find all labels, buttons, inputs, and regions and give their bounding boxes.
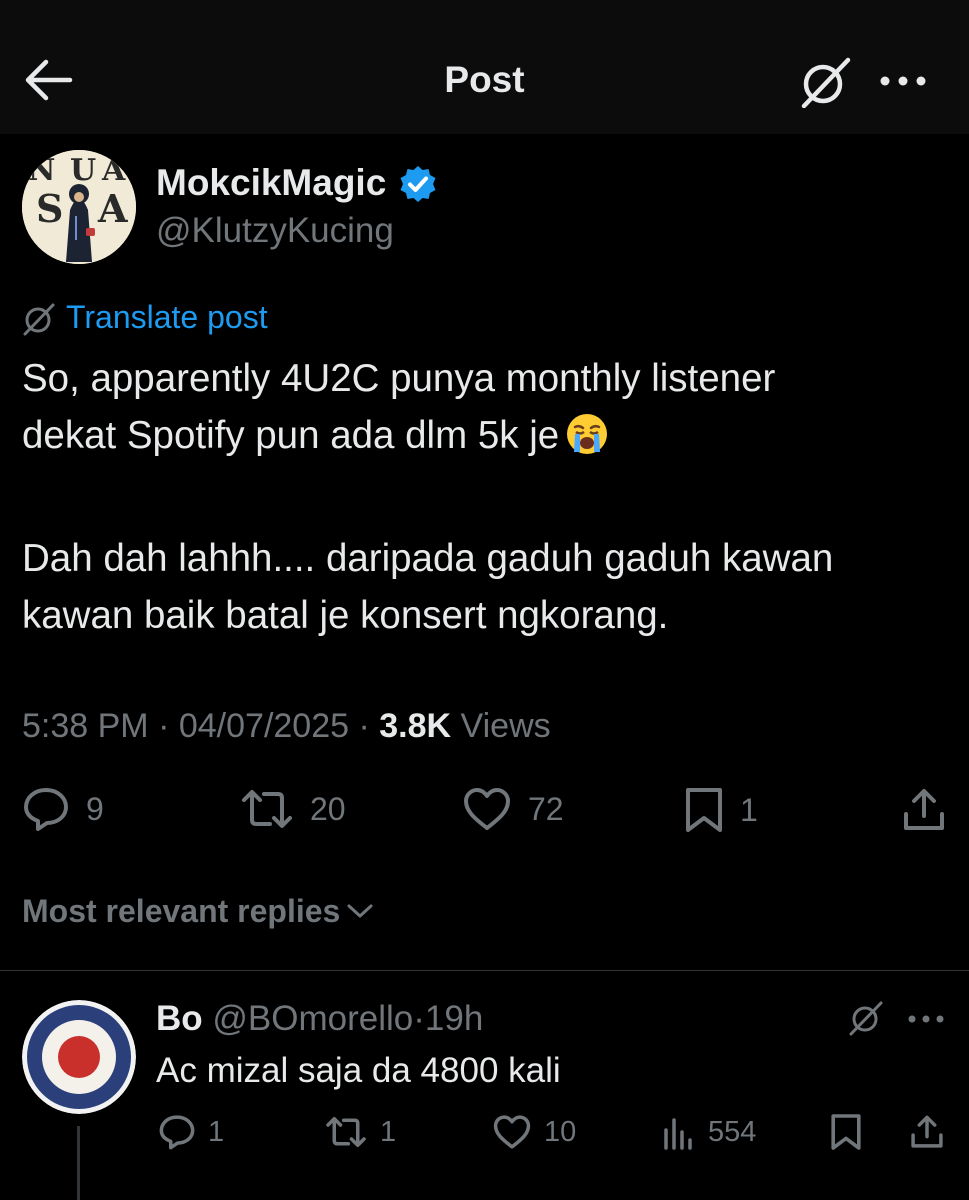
replies-sort-dropdown[interactable]: Most relevant replies (22, 890, 374, 932)
bookmark-icon (686, 788, 722, 832)
reply-like-button[interactable]: 10 (492, 1114, 576, 1150)
post-time[interactable]: 5:38 PM (22, 707, 149, 745)
post-text-line: So, apparently 4U2C punya monthly listen… (22, 357, 776, 400)
bookmark-count: 1 (740, 791, 758, 828)
share-button[interactable] (902, 786, 962, 834)
reply-reply-count: 1 (208, 1115, 225, 1148)
author-name[interactable]: MokcikMagic (156, 160, 386, 206)
reply-button[interactable]: 9 (22, 786, 104, 832)
views-label: Views (460, 707, 551, 745)
translate-post-link[interactable]: Translate post (66, 296, 268, 338)
chevron-down-icon (347, 904, 373, 918)
more-horizontal-icon (908, 1015, 944, 1023)
post-text: So, apparently 4U2C punya monthly listen… (22, 350, 952, 644)
reply-icon (159, 1115, 195, 1150)
reply-repost-button[interactable]: 1 (324, 1114, 396, 1150)
reply-views-button[interactable]: 554 (662, 1114, 756, 1150)
meta-separator: · (358, 707, 370, 745)
post-text-line: kawan baik batal je konsert ngkorang. (22, 594, 669, 637)
reply-grok-button[interactable] (848, 1000, 884, 1036)
reply-author-avatar[interactable] (22, 1000, 136, 1114)
reply-share-button[interactable] (910, 1112, 956, 1152)
thread-line (77, 1126, 80, 1200)
post-text-line: Dah dah lahhh.... daripada gaduh gaduh k… (22, 537, 834, 580)
analytics-bars-icon (664, 1118, 692, 1150)
author-avatar[interactable]: N U A S A (22, 150, 136, 264)
post-meta: 5:38 PM · 04/07/2025 · 3.8K Views (22, 704, 551, 748)
reply-separator: · (413, 999, 425, 1038)
avatar-letter-a: A (101, 153, 126, 188)
avatar-letter-u: U (70, 153, 96, 188)
share-icon (904, 789, 944, 830)
reply-repost-count: 1 (380, 1115, 397, 1148)
repost-icon (326, 1116, 366, 1148)
reply-more-options-button[interactable] (906, 1008, 946, 1030)
loudly-crying-face-emoji-icon (565, 412, 609, 456)
heart-icon (464, 788, 510, 830)
grok-translate-icon (22, 302, 56, 336)
replies-sort-label: Most relevant replies (22, 893, 341, 929)
avatar-illustration: N U A S A (22, 150, 136, 264)
avatar-letter-n: N (28, 153, 55, 188)
like-button[interactable]: 72 (462, 786, 564, 832)
reply-author-name[interactable]: Bo (156, 999, 203, 1038)
roundel-avatar-icon (22, 1000, 136, 1114)
reply-bookmark-button[interactable] (830, 1112, 874, 1152)
reply-like-count: 10 (544, 1115, 577, 1148)
reply-reply-button[interactable]: 1 (158, 1114, 224, 1150)
reply-text: Ac mizal saja da 4800 kali (156, 1051, 561, 1090)
more-horizontal-icon (880, 76, 926, 86)
like-count: 72 (528, 790, 564, 827)
post-text-line: dekat Spotify pun ada dlm 5k je (22, 407, 952, 464)
reply-icon (24, 788, 68, 831)
grok-icon (849, 1001, 883, 1036)
avatar-letter-a2: A (97, 186, 128, 231)
reply-count: 9 (86, 790, 104, 827)
reply-author-handle[interactable]: @BOmorello (212, 999, 413, 1038)
views-count: 3.8K (379, 707, 452, 745)
reply-age[interactable]: 19h (425, 999, 483, 1038)
grok-icon (801, 57, 851, 108)
verified-badge-icon (399, 165, 437, 203)
divider (0, 970, 969, 971)
repost-count: 20 (310, 790, 346, 827)
grok-button[interactable] (798, 56, 852, 108)
post-date[interactable]: 04/07/2025 (179, 707, 349, 745)
share-icon (911, 1115, 943, 1148)
heart-icon (493, 1115, 531, 1149)
reply-header: Bo @BOmorello·19h (156, 996, 483, 1042)
meta-separator: · (158, 707, 170, 745)
more-options-button[interactable] (878, 64, 928, 98)
repost-button[interactable]: 20 (240, 786, 346, 832)
repost-icon (242, 790, 292, 828)
bookmark-icon (831, 1114, 861, 1150)
post-text-segment: dekat Spotify pun ada dlm 5k je (22, 414, 560, 457)
bookmark-button[interactable]: 1 (684, 786, 758, 834)
avatar-letter-s: S (36, 186, 63, 231)
reply-view-count: 554 (708, 1115, 757, 1148)
author-handle[interactable]: @KlutzyKucing (156, 208, 394, 254)
